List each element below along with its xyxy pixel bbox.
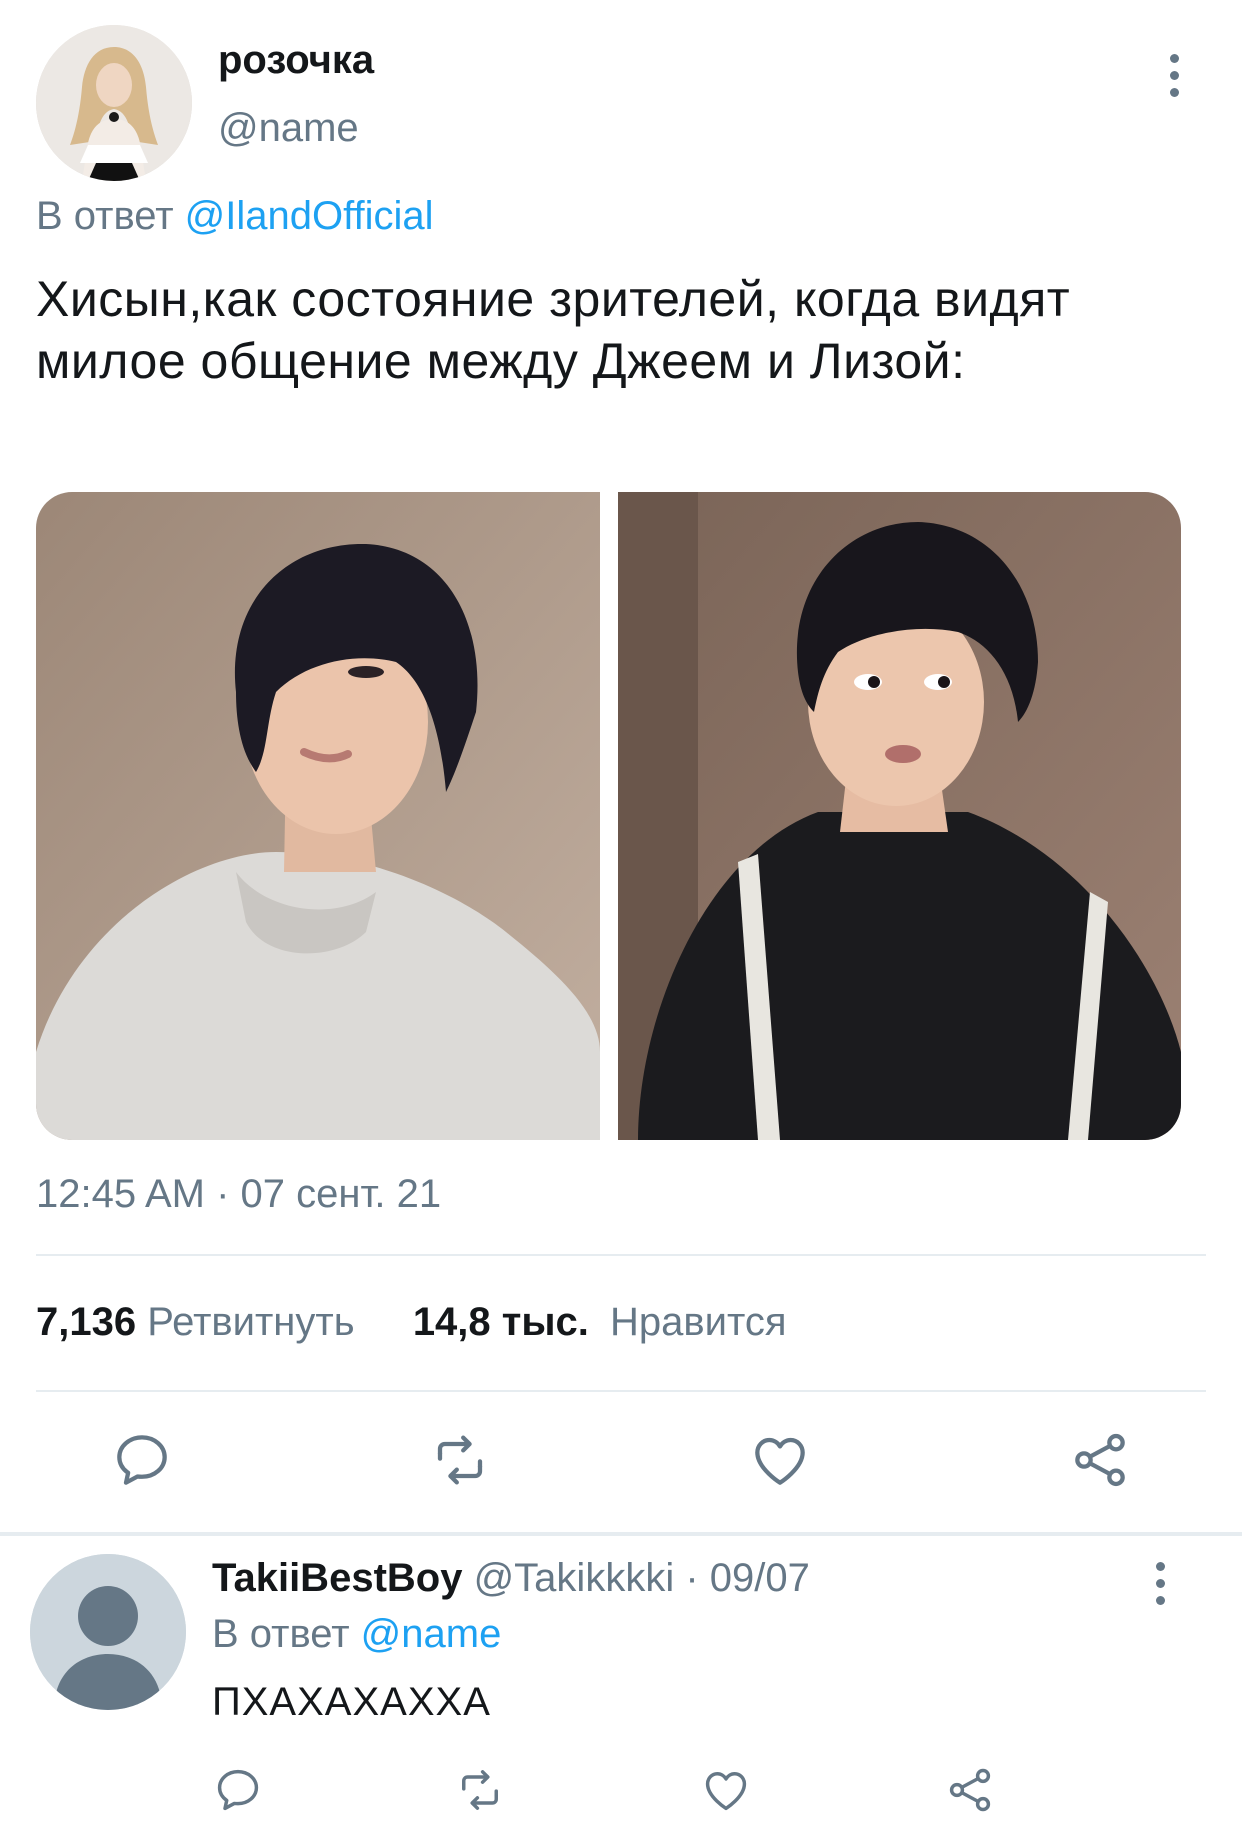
likes-stat[interactable]: 14,8 тыс. Нравится [413, 1300, 787, 1344]
reply-icon[interactable] [110, 1428, 174, 1492]
reply-prefix: В ответ [36, 194, 174, 238]
media-photo-right[interactable] [618, 492, 1181, 1140]
section-separator [0, 1532, 1242, 1536]
more-options-icon[interactable] [1162, 54, 1186, 98]
share-icon[interactable] [944, 1764, 996, 1816]
reply-context: В ответ @IlandOfficial [36, 194, 434, 239]
reply-display-name[interactable]: TakiiBestBoy [212, 1556, 462, 1600]
reply-author-avatar[interactable] [30, 1554, 186, 1710]
reply-prefix: В ответ [212, 1612, 350, 1656]
retweets-count: 7,136 [36, 1300, 137, 1344]
reply-context: В ответ @name [212, 1612, 501, 1657]
likes-count: 14,8 тыс. [412, 1300, 589, 1344]
likes-label: Нравится [610, 1300, 787, 1344]
tweet-timestamp[interactable]: 12:45 AM · 07 сент. 21 [36, 1172, 441, 1217]
reply-mention-link[interactable]: @IlandOfficial [185, 194, 434, 238]
reply-handle-date[interactable]: @Takikkkki · 09/07 [474, 1556, 810, 1600]
author-avatar[interactable] [36, 25, 192, 181]
retweet-icon[interactable] [454, 1764, 506, 1816]
retweet-icon[interactable] [428, 1428, 492, 1492]
retweets-label: Ретвитнуть [147, 1300, 355, 1344]
author-handle[interactable]: @name [218, 106, 359, 151]
retweets-stat[interactable]: 7,136 Ретвитнуть [36, 1300, 355, 1344]
divider [36, 1254, 1206, 1256]
like-icon[interactable] [700, 1764, 752, 1816]
divider [36, 1390, 1206, 1392]
reply-mention-link[interactable]: @name [361, 1612, 502, 1656]
author-display-name[interactable]: розочка [218, 38, 374, 83]
tweet-text: Хисын,как состояние зрителей, когда видя… [36, 271, 1071, 389]
media-photo-left[interactable] [36, 492, 600, 1140]
reply-icon[interactable] [212, 1764, 264, 1816]
like-icon[interactable] [748, 1428, 812, 1492]
reply-author[interactable]: TakiiBestBoy @Takikkkki · 09/07 [212, 1556, 810, 1601]
reply-text: ПХАХАХАХХА [212, 1680, 491, 1724]
engagement-stats: 7,136 Ретвитнуть 14,8 тыс. Нравится [36, 1300, 787, 1345]
more-options-icon[interactable] [1148, 1562, 1172, 1606]
share-icon[interactable] [1068, 1428, 1132, 1492]
